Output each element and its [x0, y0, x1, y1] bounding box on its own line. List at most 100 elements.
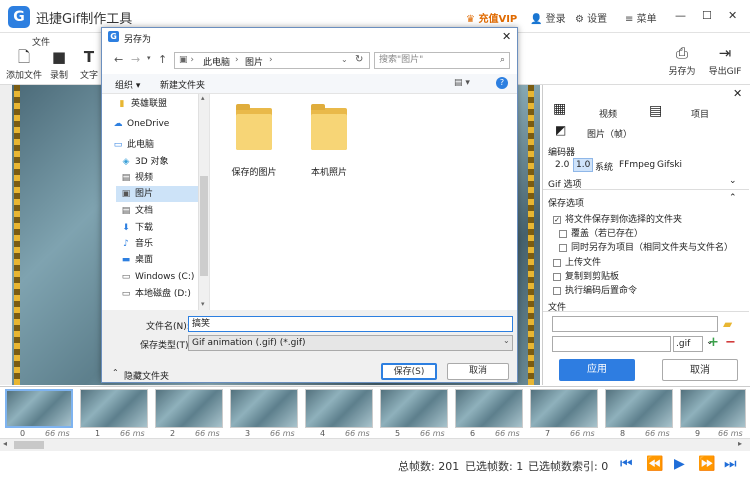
save-as-button[interactable]: ⎙ 另存为: [664, 45, 700, 77]
apply-button[interactable]: 应用: [559, 359, 635, 381]
frame-thumbnail[interactable]: [530, 389, 598, 428]
dialog-title: 另存为: [124, 35, 152, 45]
scroll-thumb[interactable]: [200, 176, 208, 276]
filetype-select[interactable]: Gif animation (.gif) (*.gif): [188, 335, 513, 351]
dialog-cancel-button[interactable]: 取消: [447, 363, 509, 380]
cube-icon: ◈: [122, 157, 130, 167]
dialog-save-button[interactable]: 保存(S): [381, 363, 437, 380]
images-option[interactable]: 图片（帧）: [587, 127, 632, 140]
dialog-filename-input[interactable]: 搞笑: [188, 316, 513, 332]
menu-button[interactable]: ≡ 菜单: [625, 10, 657, 25]
frame-number: 0: [20, 429, 26, 438]
nav-item-this-pc[interactable]: ▭ 此电脑: [112, 137, 208, 153]
frame-thumbnail[interactable]: [305, 389, 373, 428]
document-icon: ▤: [121, 206, 131, 216]
add-icon[interactable]: +: [708, 335, 719, 350]
frame-thumbnail[interactable]: [80, 389, 148, 428]
folder-saved-pictures[interactable]: 保存的图片: [214, 165, 294, 178]
upload-checkbox[interactable]: 上传文件: [553, 255, 601, 268]
filmstrip-scrollbar[interactable]: ◂ ▸: [0, 438, 750, 451]
scroll-right-icon[interactable]: ▸: [738, 439, 742, 448]
save-options-section[interactable]: 保存选项 ⌃: [543, 193, 749, 209]
address-dropdown-icon[interactable]: ⌄: [341, 55, 348, 64]
download-icon: ⬇: [122, 223, 130, 233]
folder-icon[interactable]: ▰: [723, 317, 732, 331]
dialog-title-bar: G 另存为 ✕: [102, 28, 517, 46]
scroll-down-icon[interactable]: ▾: [201, 300, 205, 308]
nav-label: 下载: [135, 223, 154, 233]
nav-label: 本地磁盘 (D:): [135, 289, 191, 299]
text-button[interactable]: T 文字: [78, 49, 100, 81]
close-button[interactable]: ✕: [728, 9, 737, 22]
organize-button[interactable]: 组织 ▾: [115, 78, 140, 91]
frame-thumbnail[interactable]: [680, 389, 746, 428]
search-input[interactable]: 搜索"图片" ⌕: [374, 52, 510, 69]
scroll-thumb[interactable]: [14, 441, 44, 449]
play-icon[interactable]: ▶: [674, 456, 685, 472]
settings-button[interactable]: ⚙ 设置: [575, 10, 607, 25]
login-label: 登录: [545, 14, 566, 25]
folder-icon[interactable]: [311, 104, 347, 150]
help-icon[interactable]: ?: [496, 77, 508, 89]
folder-camera-roll[interactable]: 本机照片: [289, 165, 369, 178]
add-file-label: 添加文件: [5, 71, 42, 81]
save-as-dialog: G 另存为 ✕ ← → ▾ ↑ ▣ › 此电脑 › 图片 › ⌄ ↻ 搜索"图片…: [101, 27, 518, 383]
export-gif-button[interactable]: ⇥ 导出GIF: [705, 45, 745, 77]
new-folder-button[interactable]: 新建文件夹: [160, 78, 205, 91]
back-icon[interactable]: ←: [114, 53, 123, 66]
record-button[interactable]: ■ 录制: [46, 49, 72, 81]
encoder-gifski[interactable]: Gifski: [657, 160, 682, 170]
gif-options-section[interactable]: Gif 选项 ⌄: [543, 176, 749, 190]
minimize-button[interactable]: —: [675, 9, 686, 22]
login-button[interactable]: 👤 登录: [530, 10, 566, 25]
frame-thumbnail[interactable]: [455, 389, 523, 428]
gear-icon: ⚙: [575, 14, 584, 25]
save-project-checkbox[interactable]: 同时另存为项目（相同文件夹与文件名）: [559, 240, 733, 253]
frame-thumbnail[interactable]: [230, 389, 298, 428]
vip-button[interactable]: ♛ 充值VIP: [466, 10, 517, 25]
breadcrumb-pictures[interactable]: 图片: [245, 55, 263, 68]
last-frame-icon[interactable]: ⏭: [724, 456, 737, 472]
next-frame-icon[interactable]: ⏩: [698, 456, 715, 472]
up-icon[interactable]: ↑: [158, 53, 167, 66]
save-to-folder-checkbox[interactable]: ✓ 将文件保存到你选择的文件夹: [553, 212, 682, 225]
frame-thumbnail[interactable]: [380, 389, 448, 428]
refresh-icon[interactable]: ↻: [355, 54, 363, 65]
video-option[interactable]: 视频: [599, 107, 617, 120]
nav-scrollbar[interactable]: ▴ ▾: [198, 94, 209, 310]
first-frame-icon[interactable]: ⏮: [620, 456, 633, 472]
scroll-up-icon[interactable]: ▴: [201, 94, 205, 102]
folder-icon[interactable]: [236, 104, 272, 150]
frame-thumbnail[interactable]: [605, 389, 673, 428]
dialog-close-button[interactable]: ✕: [502, 30, 511, 43]
frame-thumbnail[interactable]: [5, 389, 73, 428]
project-option[interactable]: 项目: [691, 107, 709, 120]
forward-icon[interactable]: →: [131, 53, 140, 66]
folder-path-input[interactable]: [552, 316, 718, 332]
filename-input[interactable]: [552, 336, 671, 352]
address-bar[interactable]: ▣ › 此电脑 › 图片 › ⌄ ↻: [174, 52, 370, 69]
encoder-ffmpeg[interactable]: FFmpeg: [619, 160, 655, 170]
encoder-1-0[interactable]: 1.0: [573, 158, 594, 172]
clipboard-checkbox[interactable]: 复制到剪贴板: [553, 269, 619, 282]
add-file-button[interactable]: 🗋 添加文件: [4, 49, 44, 81]
encoder-2-0[interactable]: 2.0: [555, 160, 569, 170]
post-command-checkbox[interactable]: 执行编码后置命令: [553, 283, 637, 296]
previous-frame-icon[interactable]: ⏪: [646, 456, 663, 472]
breadcrumb-this-pc[interactable]: 此电脑: [203, 55, 230, 68]
extension-select[interactable]: .gif: [673, 336, 703, 352]
recent-dropdown-icon[interactable]: ▾: [147, 54, 151, 62]
hide-folders-button[interactable]: 隐藏文件夹: [124, 369, 169, 382]
encoder-system[interactable]: 系统: [595, 160, 613, 173]
frame-thumbnail[interactable]: [155, 389, 223, 428]
scroll-left-icon[interactable]: ◂: [3, 439, 7, 448]
overwrite-checkbox[interactable]: 覆盖（若已存在）: [559, 226, 643, 239]
panel-cancel-button[interactable]: 取消: [662, 359, 738, 381]
view-button[interactable]: ▤ ▾: [454, 78, 470, 88]
restore-button[interactable]: ☐: [702, 9, 712, 22]
remove-icon[interactable]: −: [725, 335, 736, 350]
nav-item-pictures[interactable]: ▣ 图片: [116, 186, 198, 202]
panel-close-button[interactable]: ✕: [733, 87, 742, 100]
nav-item-onedrive[interactable]: ☁ OneDrive: [112, 116, 208, 132]
tab-file[interactable]: 文件: [32, 35, 50, 48]
